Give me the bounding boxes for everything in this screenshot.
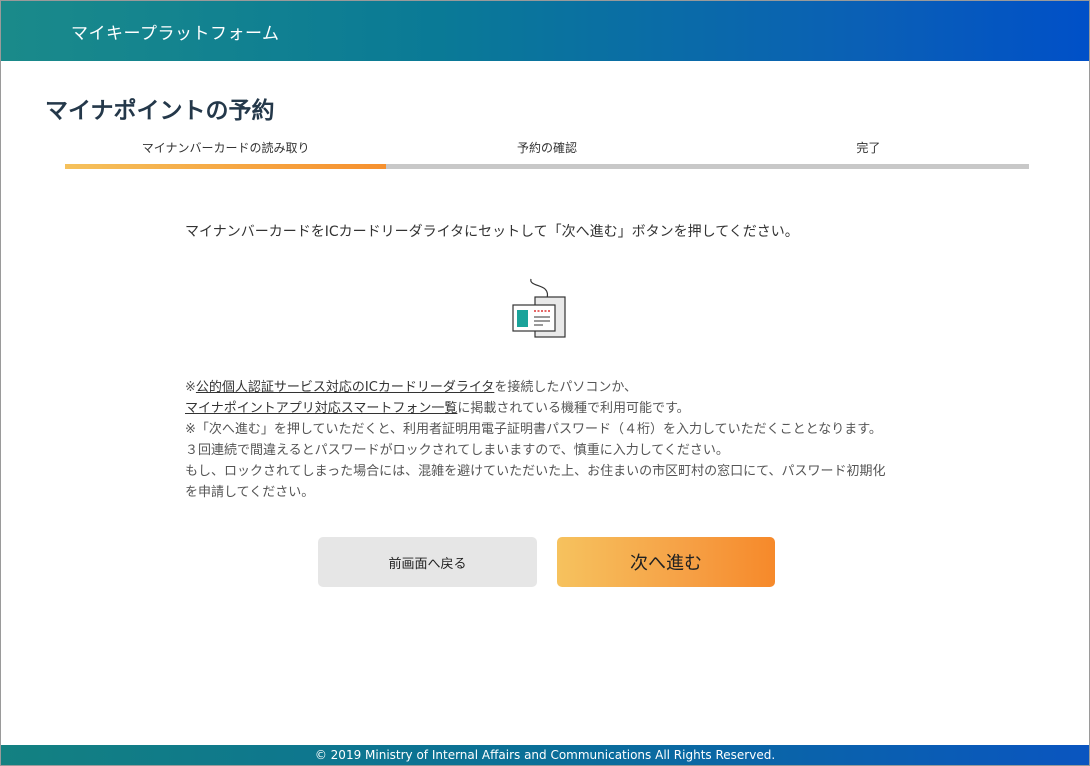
note-password: ※「次へ進む」を押していただくと、利用者証明用電子証明書パスワード（４桁）を入力… — [185, 422, 882, 458]
progress-steps: マイナンバーカードの読み取り 予約の確認 完了 — [65, 137, 1029, 169]
note-line: ※公的個人認証サービス対応のICカードリーダライタを接続したパソコンか、 — [185, 377, 890, 398]
card-reader-icon — [512, 278, 566, 338]
page-title: マイナポイントの予約 — [45, 98, 275, 124]
note-text: を接続したパソコンか、 — [494, 380, 638, 395]
note-prefix: ※ — [185, 380, 196, 395]
step-confirm: 予約の確認 — [386, 137, 708, 169]
step-bar-active — [65, 164, 387, 169]
step-complete: 完了 — [707, 137, 1029, 169]
instruction-text: マイナンバーカードをICカードリーダライタにセットして「次へ進む」ボタンを押して… — [185, 224, 799, 240]
step-bar — [707, 164, 1029, 169]
note-lockout: もし、ロックされてしまった場合には、混雑を避けていただいた上、お住まいの市区町村… — [185, 464, 886, 500]
step-label: 予約の確認 — [516, 141, 577, 155]
step-label: マイナンバーカードの読み取り — [141, 141, 310, 155]
ic-reader-link[interactable]: 公的個人認証サービス対応のICカードリーダライタ — [196, 380, 494, 395]
header-bar: マイキープラットフォーム — [1, 1, 1089, 61]
step-label: 完了 — [856, 141, 881, 155]
back-button[interactable]: 前画面へ戻る — [318, 537, 537, 587]
app-window: マイキープラットフォーム マイナポイントの予約 マイナンバーカードの読み取り 予… — [0, 0, 1090, 766]
next-button[interactable]: 次へ進む — [557, 537, 775, 587]
note-text: に掲載されている機種で利用可能です。 — [457, 401, 690, 416]
note-line: マイナポイントアプリ対応スマートフォン一覧に掲載されている機種で利用可能です。 — [185, 398, 890, 419]
footer: © 2019 Ministry of Internal Affairs and … — [1, 745, 1089, 765]
notes-section: ※公的個人認証サービス対応のICカードリーダライタを接続したパソコンか、 マイナ… — [185, 377, 890, 503]
smartphone-list-link[interactable]: マイナポイントアプリ対応スマートフォン一覧 — [185, 401, 457, 416]
copyright-text: © 2019 Ministry of Internal Affairs and … — [314, 748, 776, 762]
app-title: マイキープラットフォーム — [71, 24, 280, 44]
step-bar — [386, 164, 708, 169]
step-card-read: マイナンバーカードの読み取り — [65, 137, 387, 169]
